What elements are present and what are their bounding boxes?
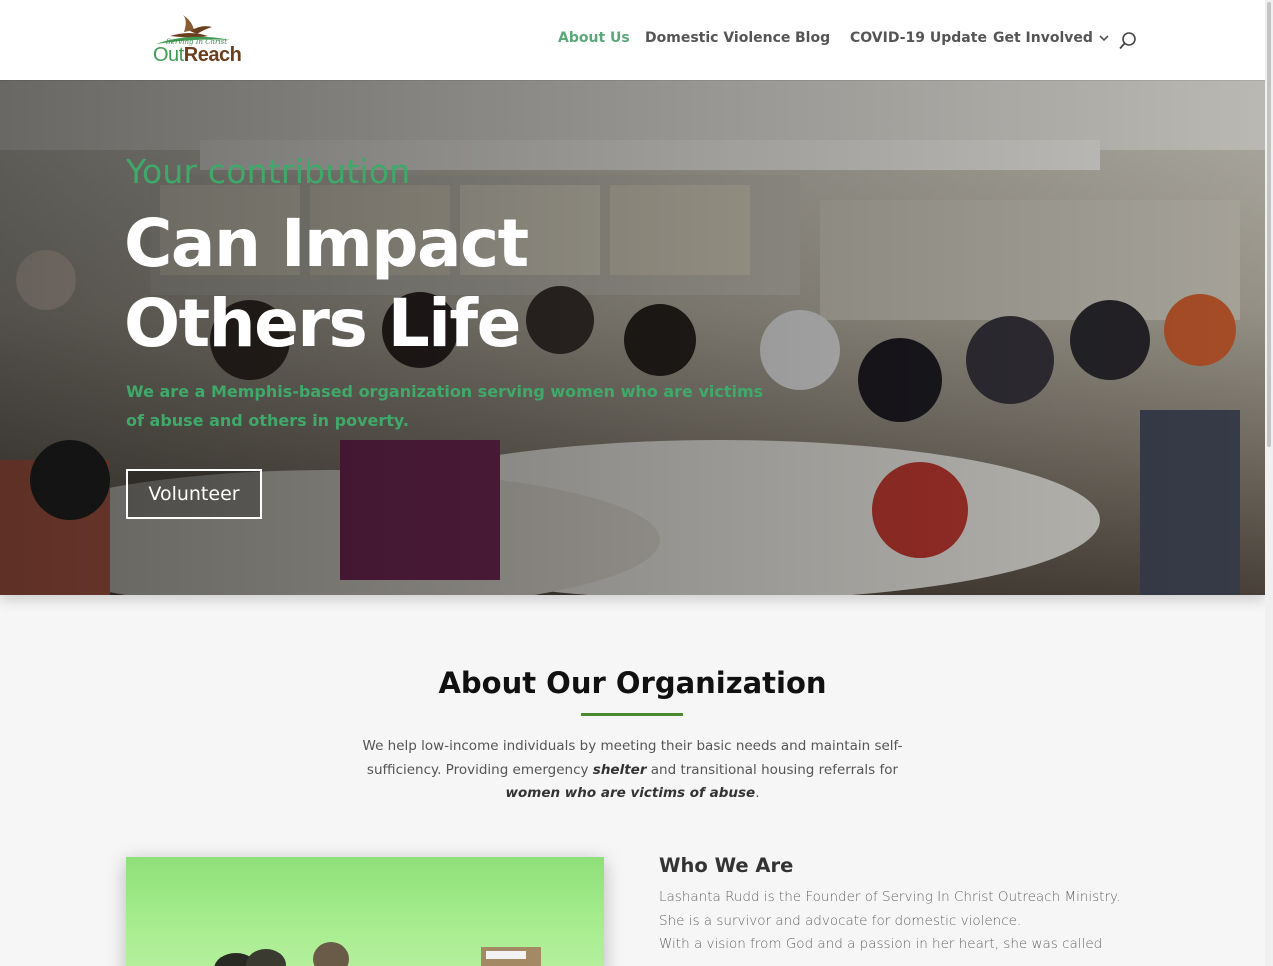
hero-title-line-1: Can Impact [124,205,529,282]
photo-content [214,942,541,966]
hero-banner: Your contribution Can Impact Others Life… [0,80,1265,595]
nav-domestic-violence[interactable]: Domestic Violence [645,30,790,46]
logo-wordmark: OutReach [153,44,242,66]
page-scrollbar[interactable] [1265,0,1273,966]
search-icon[interactable] [1118,31,1138,51]
nav-about-us[interactable]: About Us [558,30,630,46]
who-we-are-text: Lashanta Rudd is the Founder of Serving … [659,886,1139,957]
nav-blog[interactable]: Blog [795,30,830,46]
emphasis-victims: women who are victims of abuse [505,785,756,801]
volunteer-button[interactable]: Volunteer [126,469,262,519]
nav-covid-update[interactable]: COVID-19 Update [850,30,987,46]
emphasis-shelter: shelter [592,761,647,778]
hero-subtitle: We are a Memphis-based organization serv… [126,382,764,430]
site-header: Serving In Christ OutReach About Us Dome… [0,0,1265,80]
site-logo[interactable]: Serving In Christ OutReach [150,14,245,68]
who-we-are-title: Who We Are [659,854,794,877]
about-title: About Our Organization [438,666,827,700]
scrollbar-thumb[interactable] [1267,2,1271,447]
about-title-underline [581,713,683,716]
who-paragraph-2: With a vision from God and a passion in … [659,936,1103,952]
hero-title-line-2: Others Life [124,285,521,362]
nav-get-involved-label: Get Involved [993,30,1093,46]
founder-photo [126,857,604,966]
nav-get-involved[interactable]: Get Involved [993,30,1109,46]
chevron-down-icon [1099,35,1109,42]
hero-title: Can Impact Others Life [124,204,529,364]
who-paragraph-1: Lashanta Rudd is the Founder of Serving … [659,889,1121,929]
hero-kicker: Your contribution [126,152,411,191]
about-description: We help low-income individuals by meetin… [362,738,903,801]
